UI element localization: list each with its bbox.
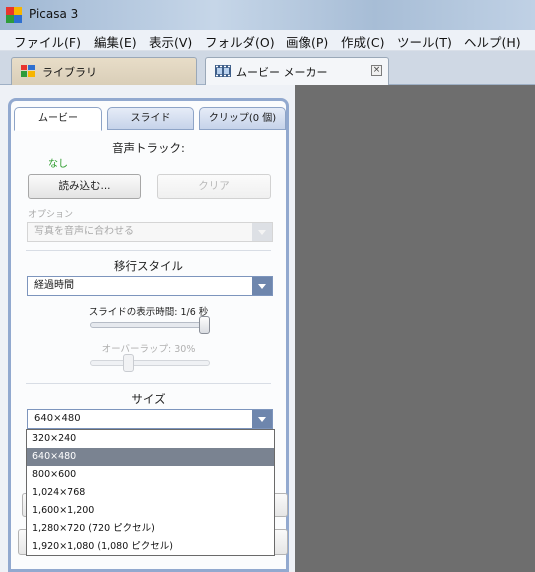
slide-duration-label: スライドの表示時間: 1/6 秒 bbox=[88, 307, 209, 318]
transition-style-value: 経過時間 bbox=[34, 280, 74, 291]
tab-movie[interactable]: ムービー bbox=[14, 107, 102, 131]
overlap-track[interactable] bbox=[90, 360, 210, 366]
menu-picture[interactable]: 画像(P) bbox=[286, 32, 328, 51]
chevron-down-icon bbox=[252, 223, 272, 241]
options-label: オプション bbox=[28, 210, 74, 220]
size-option[interactable]: 1,024×768 bbox=[27, 484, 274, 502]
picasa-logo-icon bbox=[6, 7, 22, 23]
transition-style-title: 移行スタイル bbox=[114, 259, 183, 273]
size-dropdown-list: 320×240 640×480 800×600 1,024×768 1,600×… bbox=[26, 429, 275, 556]
size-option[interactable]: 1,600×1,200 bbox=[27, 502, 274, 520]
transition-style-select[interactable]: 経過時間 bbox=[27, 276, 273, 296]
chevron-down-icon bbox=[252, 277, 272, 295]
title-bar: Picasa 3 bbox=[0, 0, 535, 30]
slide-duration-slider-thumb[interactable] bbox=[199, 316, 210, 334]
library-grid-icon bbox=[21, 65, 35, 77]
menu-create[interactable]: 作成(C) bbox=[341, 32, 384, 51]
tab-clips[interactable]: クリップ(0 個) bbox=[199, 107, 286, 130]
menu-folder[interactable]: フォルダ(O) bbox=[205, 32, 275, 51]
menu-view[interactable]: 表示(V) bbox=[149, 32, 192, 51]
tab-library[interactable]: ライブラリ bbox=[11, 57, 197, 85]
audio-options-select[interactable]: 写真を音声に合わせる bbox=[27, 222, 273, 242]
menu-bar: ファイル(F) 編集(E) 表示(V) フォルダ(O) 画像(P) 作成(C) … bbox=[0, 30, 535, 51]
size-option[interactable]: 1,920×1,080 (1,080 ピクセル) bbox=[27, 538, 274, 556]
audio-track-status: なし bbox=[48, 159, 68, 170]
overlap-label: オーバーラップ: 30% bbox=[101, 344, 196, 355]
size-title: サイズ bbox=[131, 392, 166, 406]
size-option[interactable]: 800×600 bbox=[27, 466, 274, 484]
tab-movie-maker[interactable]: ムービー メーカー × bbox=[205, 57, 389, 86]
clear-audio-button[interactable]: クリア bbox=[157, 174, 271, 199]
size-select[interactable]: 640×480 bbox=[27, 409, 273, 429]
size-select-value: 640×480 bbox=[34, 413, 81, 424]
size-option[interactable]: 320×240 bbox=[27, 430, 274, 448]
audio-track-title: 音声トラック: bbox=[112, 141, 185, 155]
menu-help[interactable]: ヘルプ(H) bbox=[464, 32, 521, 51]
tab-slide[interactable]: スライド bbox=[107, 107, 194, 130]
film-strip-icon bbox=[215, 65, 231, 77]
audio-options-value: 写真を音声に合わせる bbox=[34, 226, 134, 237]
load-audio-button[interactable]: 読み込む... bbox=[28, 174, 141, 199]
main-tab-strip: ライブラリ ムービー メーカー × bbox=[0, 51, 535, 86]
tab-library-label: ライブラリ bbox=[42, 66, 97, 79]
overlap-slider-thumb[interactable] bbox=[122, 354, 134, 372]
menu-file[interactable]: ファイル(F) bbox=[14, 32, 81, 51]
size-option[interactable]: 1,280×720 (720 ピクセル) bbox=[27, 520, 274, 538]
menu-tools[interactable]: ツール(T) bbox=[397, 32, 452, 51]
divider bbox=[26, 250, 271, 251]
movie-preview-area bbox=[295, 85, 535, 572]
slide-duration-track[interactable] bbox=[90, 322, 210, 328]
chevron-down-icon bbox=[252, 410, 272, 428]
size-option[interactable]: 640×480 bbox=[27, 448, 274, 466]
tab-movie-maker-label: ムービー メーカー bbox=[236, 66, 328, 79]
menu-edit[interactable]: 編集(E) bbox=[94, 32, 137, 51]
divider bbox=[26, 383, 271, 384]
window-title: Picasa 3 bbox=[29, 7, 79, 21]
close-tab-icon[interactable]: × bbox=[371, 65, 382, 76]
